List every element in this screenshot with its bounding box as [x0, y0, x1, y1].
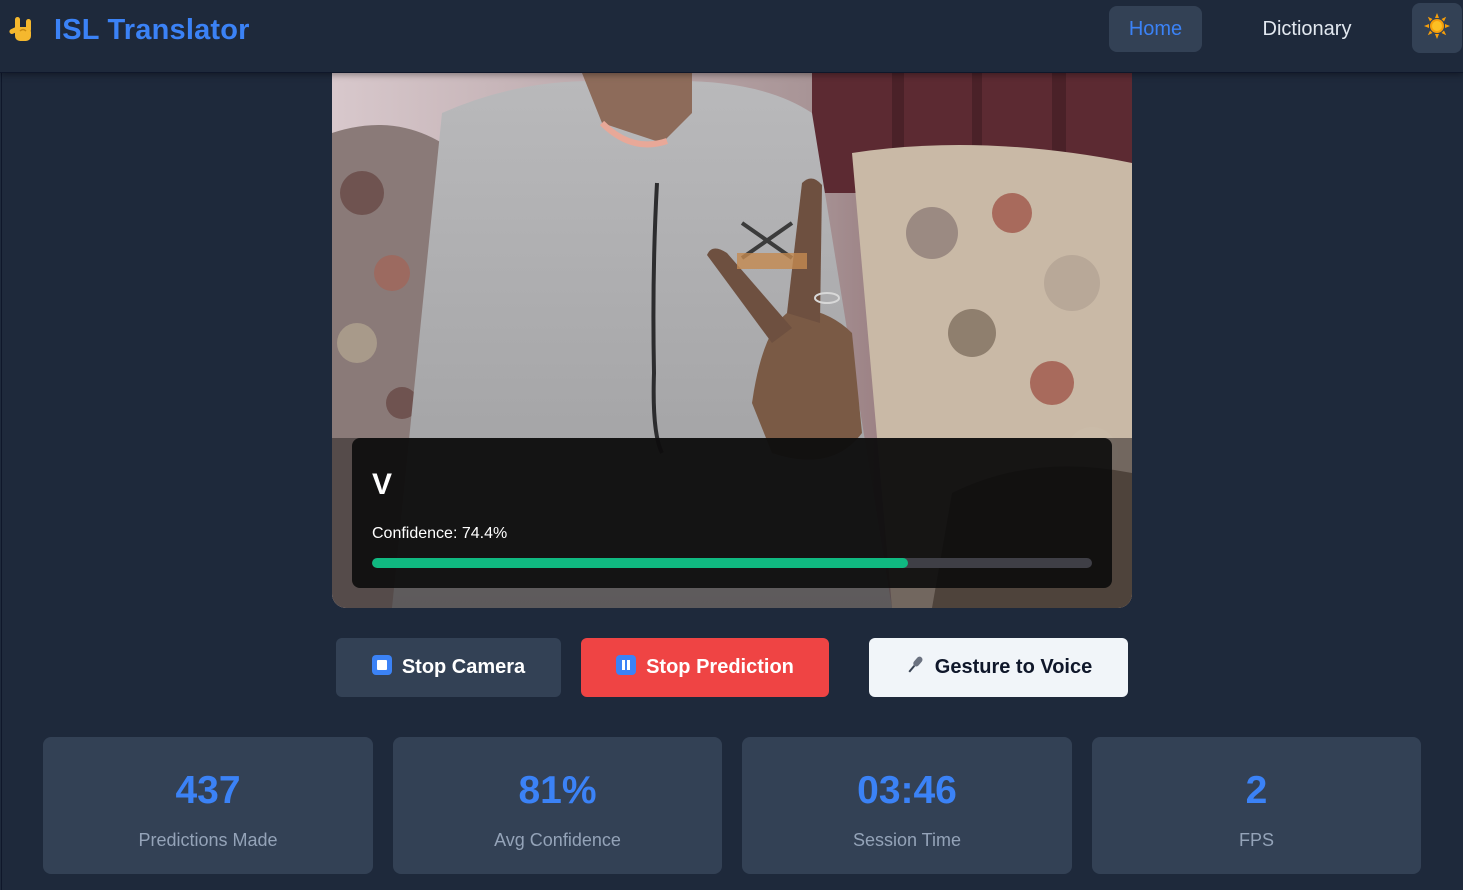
pause-icon — [616, 654, 637, 681]
theme-toggle-button[interactable] — [1412, 3, 1462, 53]
top-navbar: ISL Translator Home Dictionary — [0, 0, 1463, 73]
stat-card-avg-confidence: 81% Avg Confidence — [393, 737, 722, 874]
nav-home-link[interactable]: Home — [1109, 6, 1202, 52]
gesture-to-voice-label: Gesture to Voice — [934, 656, 1093, 678]
predicted-letter: V — [372, 468, 393, 501]
prediction-overlay: V Confidence: 74.4% — [352, 438, 1112, 588]
stat-label: Predictions Made — [138, 830, 278, 850]
stop-camera-button[interactable]: Stop Camera — [336, 638, 561, 697]
stop-prediction-label: Stop Prediction — [646, 656, 794, 678]
stat-value: 03:46 — [857, 769, 957, 812]
stat-label: Session Time — [852, 830, 962, 850]
stat-label: FPS — [1238, 830, 1274, 850]
confidence-bar — [372, 558, 1092, 568]
stop-square-icon — [371, 654, 392, 681]
sun-icon — [1424, 12, 1450, 44]
brand[interactable]: ISL Translator — [8, 12, 250, 48]
stat-value: 81% — [518, 769, 597, 812]
stop-camera-label: Stop Camera — [401, 656, 526, 678]
confidence-bar-fill — [372, 558, 908, 568]
stat-card-fps: 2 FPS — [1092, 737, 1421, 874]
stat-card-predictions: 437 Predictions Made — [43, 737, 373, 874]
confidence-text: Confidence: 74.4% — [372, 525, 508, 542]
stat-card-session-time: 03:46 Session Time — [742, 737, 1072, 874]
love-you-hand-sign-icon — [8, 14, 40, 46]
stat-value: 437 — [175, 769, 241, 812]
microphone-icon — [905, 654, 925, 682]
gesture-to-voice-button[interactable]: Gesture to Voice — [869, 638, 1128, 697]
stat-label: Avg Confidence — [494, 830, 621, 850]
stat-value: 2 — [1245, 769, 1268, 812]
nav-dictionary-link[interactable]: Dictionary — [1243, 6, 1371, 52]
stop-prediction-button[interactable]: Stop Prediction — [581, 638, 829, 697]
app-title: ISL Translator — [54, 13, 250, 46]
